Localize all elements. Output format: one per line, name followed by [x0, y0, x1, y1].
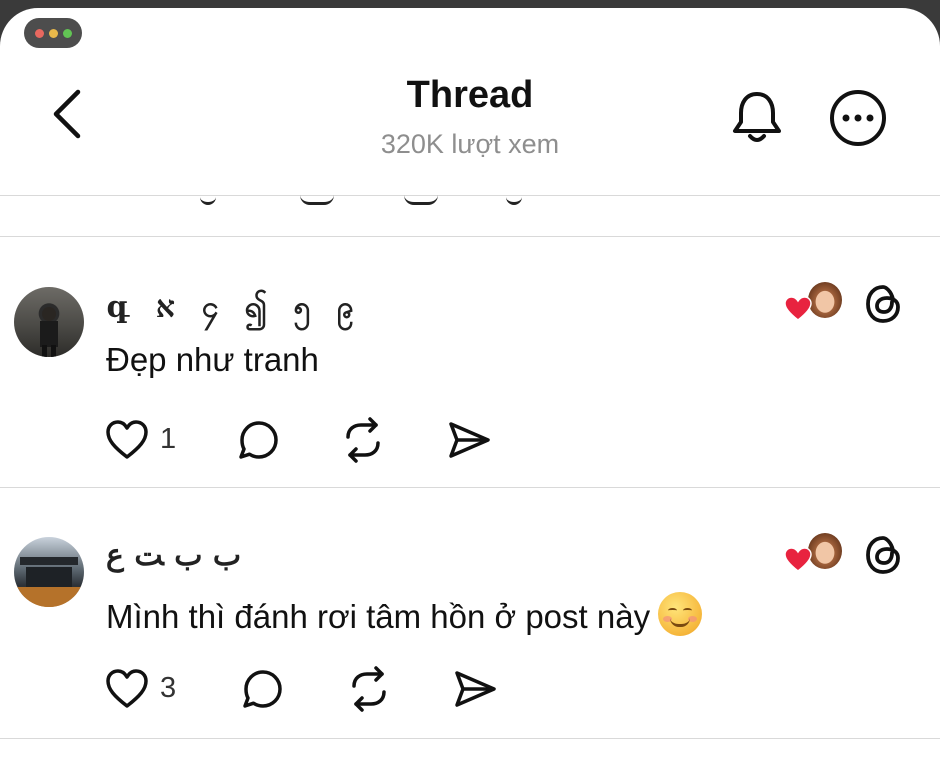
- author-liked-indicator: [784, 531, 844, 575]
- reply-icon: [243, 670, 282, 708]
- reply-icon: [239, 421, 278, 459]
- like-button[interactable]: [104, 417, 150, 463]
- more-icon: [830, 90, 886, 146]
- reply-button[interactable]: [240, 666, 286, 712]
- like-count: 1: [160, 423, 177, 455]
- heart-icon: [106, 420, 148, 459]
- bell-icon: [733, 92, 781, 142]
- thread-header: Thread 320K lượt xem: [0, 8, 940, 195]
- app-window: Thread 320K lượt xem գ ﬡ ၄ ၍ ၅ ၉ Đẹp như…: [0, 8, 940, 769]
- avatar[interactable]: [14, 537, 84, 607]
- comment-text-content: Mình thì đánh rơi tâm hồn ở post này: [106, 598, 651, 635]
- avatar-photo-icon: [14, 557, 84, 607]
- avatar[interactable]: [14, 287, 84, 357]
- like-button[interactable]: [104, 666, 150, 712]
- smiling-face-emoji-icon: [658, 592, 703, 636]
- heart-icon: [106, 669, 148, 708]
- author-liked-indicator: [784, 280, 844, 324]
- reply-button[interactable]: [236, 417, 282, 463]
- comment-item: գ ﬡ ၄ ၍ ၅ ၉ Đẹp như tranh 1: [0, 237, 940, 487]
- threads-icon: [866, 285, 900, 323]
- more-options-button[interactable]: [826, 86, 890, 150]
- avatar-photo-icon: [40, 307, 58, 357]
- notifications-button[interactable]: [727, 86, 787, 146]
- share-button[interactable]: [452, 666, 498, 712]
- comment-text: Mình thì đánh rơi tâm hồn ở post này: [106, 592, 703, 636]
- comment-username[interactable]: գ ﬡ ၄ ၍ ၅ ၉: [106, 287, 362, 332]
- comment-text: Đẹp như tranh: [106, 341, 319, 378]
- share-button[interactable]: [446, 417, 492, 463]
- comment-username[interactable]: ب ﺏ ﺖ ﻉ: [106, 538, 241, 573]
- page-title: Thread: [406, 74, 534, 116]
- threads-button[interactable]: [862, 282, 906, 326]
- threads-icon: [866, 536, 900, 574]
- heart-filled-icon: [784, 547, 812, 572]
- like-count: 3: [160, 672, 177, 704]
- comment-item: ب ﺏ ﺖ ﻉ Mình thì đánh rơi tâm hồn ở post…: [0, 488, 940, 738]
- view-count: 320K lượt xem: [380, 129, 560, 159]
- heart-filled-icon: [784, 296, 812, 321]
- repost-icon: [352, 666, 386, 712]
- repost-icon: [346, 417, 380, 463]
- threads-button[interactable]: [862, 533, 906, 577]
- repost-button[interactable]: [340, 417, 386, 463]
- share-icon: [455, 671, 496, 707]
- comment-divider: [0, 738, 940, 739]
- repost-button[interactable]: [346, 666, 392, 712]
- share-icon: [449, 422, 490, 458]
- scrolled-action-row: [0, 195, 940, 211]
